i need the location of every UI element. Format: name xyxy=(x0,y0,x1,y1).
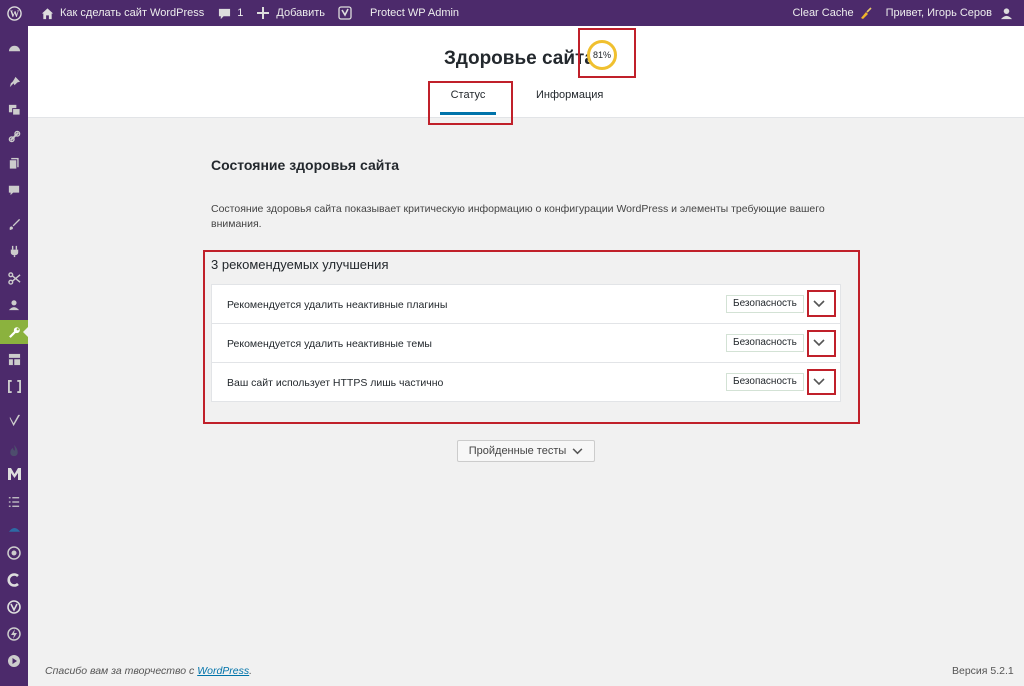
appearance-icon[interactable] xyxy=(0,212,28,236)
brackets-icon[interactable] xyxy=(0,374,28,398)
annotation-box-issues xyxy=(203,250,860,424)
clear-cache-label: Clear Cache xyxy=(792,7,854,19)
annotation-box-chevron-3 xyxy=(807,369,836,395)
play-icon[interactable] xyxy=(0,649,28,673)
users-icon[interactable] xyxy=(0,293,28,317)
annotation-box-score xyxy=(578,28,636,78)
comments-icon[interactable] xyxy=(0,178,28,202)
yoast-menu-icon[interactable] xyxy=(0,408,28,432)
section-title: Состояние здоровья сайта xyxy=(211,157,399,173)
svg-text:W: W xyxy=(9,9,19,19)
protect-label: Protect WP Admin xyxy=(370,7,460,19)
wordpress-logo-icon: W xyxy=(6,5,22,21)
comment-bubble-icon xyxy=(216,5,232,21)
section-description: Состояние здоровья сайта показывает крит… xyxy=(211,203,825,230)
footer-thanks-suffix: . xyxy=(249,665,253,677)
my-account-menu[interactable]: Привет, Игорь Серов xyxy=(880,0,1024,26)
site-health-header: Здоровье сайта 81% Статус Информация xyxy=(28,26,1024,118)
eye-icon[interactable] xyxy=(0,541,28,565)
annotation-box-status-tab xyxy=(428,81,513,125)
dashboard-icon[interactable] xyxy=(0,36,28,60)
footer-thanks-prefix: Спасибо вам за творчество с xyxy=(45,665,198,677)
admin-bar: W Как сделать сайт WordPress 1 Добавить … xyxy=(0,0,1024,26)
bolt-icon[interactable] xyxy=(0,622,28,646)
m-icon[interactable] xyxy=(0,462,28,486)
yoast-icon xyxy=(337,5,353,21)
pages-icon[interactable] xyxy=(0,151,28,175)
footer-version: Версия 5.2.1 xyxy=(952,665,1014,677)
page-title: Здоровье сайта xyxy=(444,48,595,69)
footer-thanks: Спасибо вам за творчество с WordPress. xyxy=(45,665,252,677)
rocket-icon[interactable] xyxy=(0,516,28,540)
v-icon[interactable] xyxy=(0,595,28,619)
broom-icon xyxy=(858,5,874,21)
site-name-link[interactable]: Как сделать сайт WordPress xyxy=(33,0,210,26)
settings-icon[interactable] xyxy=(0,347,28,371)
passed-tests-label: Пройденные тесты xyxy=(468,445,567,457)
plus-icon xyxy=(255,5,271,21)
tab-information[interactable]: Информация xyxy=(536,89,603,101)
flame-icon[interactable] xyxy=(0,438,28,462)
home-icon xyxy=(39,5,55,21)
media-icon[interactable] xyxy=(0,97,28,121)
wp-logo-menu[interactable]: W xyxy=(0,0,33,26)
c-icon[interactable] xyxy=(0,568,28,592)
user-avatar-icon xyxy=(998,5,1014,21)
clear-cache-button[interactable]: Clear Cache xyxy=(786,0,879,26)
add-new-label: Добавить xyxy=(276,7,325,19)
site-name-label: Как сделать сайт WordPress xyxy=(60,7,205,19)
comments-link[interactable]: 1 xyxy=(210,0,249,26)
list-icon[interactable] xyxy=(0,490,28,514)
comments-count: 1 xyxy=(237,7,244,19)
plugins-icon[interactable] xyxy=(0,239,28,263)
protect-wp-admin-link[interactable]: Protect WP Admin xyxy=(364,0,465,26)
admin-side-menu xyxy=(0,26,28,686)
wordpress-link[interactable]: WordPress xyxy=(197,665,249,677)
chevron-down-icon xyxy=(572,447,583,454)
annotation-box-chevron-1 xyxy=(807,290,836,317)
add-new-menu[interactable]: Добавить xyxy=(249,0,331,26)
passed-tests-button[interactable]: Пройденные тесты xyxy=(457,440,595,462)
greeting-label: Привет, Игорь Серов xyxy=(885,7,992,19)
links-icon[interactable] xyxy=(0,124,28,148)
pin-icon[interactable] xyxy=(0,70,28,94)
tools-icon[interactable] xyxy=(0,320,28,344)
yoast-menu[interactable] xyxy=(331,0,364,26)
annotation-box-chevron-2 xyxy=(807,330,836,357)
scissors-icon[interactable] xyxy=(0,266,28,290)
